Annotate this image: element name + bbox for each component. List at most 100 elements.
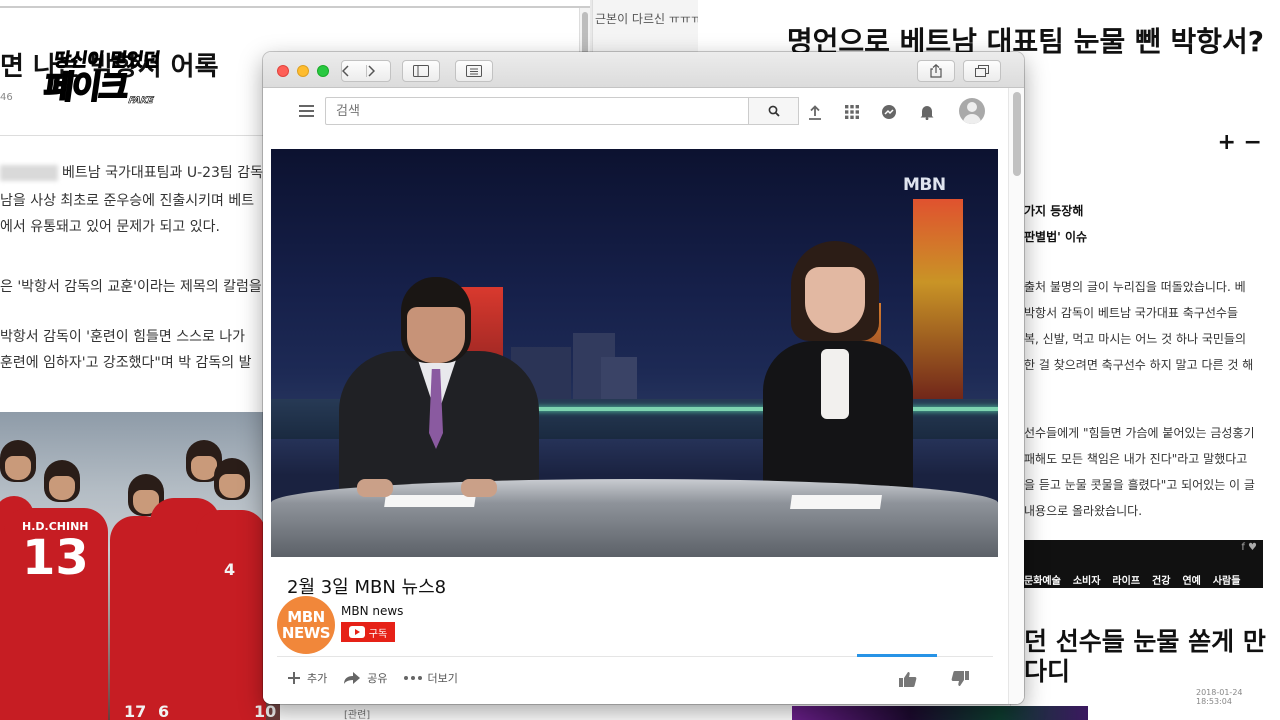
bell-icon [920, 106, 934, 120]
bottom-strip-text: [관련] [344, 710, 371, 720]
back-button[interactable] [342, 65, 366, 77]
window-titlebar [263, 52, 1024, 88]
more-button[interactable]: 더보기 [403, 670, 458, 686]
reader-icon [466, 65, 482, 77]
nav-item[interactable]: 연예 [1182, 572, 1200, 587]
apps-button[interactable] [842, 102, 862, 122]
thumbs-up-icon [899, 672, 917, 687]
right-subhead: 다디 [1024, 657, 1071, 686]
account-avatar[interactable] [959, 98, 985, 124]
page-content: MBN 2월 3일 MBN 뉴스8 MBN NEWS MBN news 구독 [263, 88, 1024, 704]
desk-paper [790, 495, 882, 509]
youtube-header [263, 88, 1008, 136]
right-article-line: 복, 신발, 먹고 마시는 어느 것 하나 국민들의 [1024, 332, 1247, 346]
messages-button[interactable] [879, 102, 899, 122]
reader-view-button[interactable] [455, 60, 493, 82]
player-head [44, 460, 80, 502]
menu-icon[interactable] [299, 105, 314, 120]
search-input[interactable] [325, 97, 749, 125]
left-paragraph-line: 은 '박항서 감독의 교훈'이라는 제목의 칼럼을 [0, 279, 262, 295]
close-window-button[interactable] [277, 65, 289, 77]
apps-grid-icon [845, 105, 859, 119]
tabs-icon [975, 65, 989, 77]
page-scrollbar[interactable] [1008, 88, 1024, 704]
right-thumbnail [792, 706, 1088, 720]
right-article-line: 판별법' 이슈 [1024, 230, 1088, 244]
female-anchor [763, 241, 913, 501]
font-size-controls[interactable]: + − [1217, 130, 1262, 155]
right-article-line: 을 듣고 눈물 콧물을 흘렸다"고 되어있는 이 글 [1024, 478, 1255, 492]
upload-icon [809, 105, 821, 120]
thumbs-down-icon [951, 671, 969, 686]
video-player[interactable]: MBN [271, 149, 998, 557]
share-toolbar-button[interactable] [917, 60, 955, 82]
sidebar-icon [413, 65, 429, 77]
player-head [0, 440, 36, 482]
subscribe-button[interactable]: 구독 [341, 622, 395, 642]
middle-caption: 근본이 다르신 ㅠㅠㅠ [595, 12, 702, 26]
jersey-number: 13 [22, 530, 89, 586]
zoom-window-button[interactable] [317, 65, 329, 77]
forward-button[interactable] [365, 65, 391, 77]
nav-item[interactable]: 건강 [1152, 572, 1170, 587]
channel-watermark: MBN [903, 175, 946, 195]
right-timestamp: 2018-01-24 18:53:04 [1196, 688, 1243, 706]
social-icons[interactable]: f ♥ [1241, 542, 1257, 553]
left-article-meta: 46 [0, 92, 13, 103]
video-title: 2월 3일 MBN 뉴스8 [287, 577, 447, 598]
browser-window: MBN 2월 3일 MBN 뉴스8 MBN NEWS MBN news 구독 [263, 52, 1024, 704]
right-article-line: 한 걸 찾으려면 축구선수 하지 말고 다른 것 해 [1024, 358, 1254, 372]
anchor-hand [357, 479, 393, 497]
right-article-line: 박항서 감독이 베트남 국가대표 축구선수들 [1024, 306, 1238, 320]
dislike-button[interactable] [949, 668, 971, 690]
notifications-button[interactable] [917, 102, 937, 122]
share-icon [930, 64, 942, 78]
add-to-button[interactable]: 추가 [287, 670, 327, 686]
right-article-line: 출처 불명의 글이 누리집을 떠돌았습니다. 베 [1024, 280, 1246, 294]
fake-logo: 당신이 믿었던 페이크 FAKE [41, 50, 162, 108]
nav-item[interactable]: 문화예술 [1024, 572, 1061, 587]
history-nav [341, 60, 391, 82]
share-button[interactable]: 공유 [343, 670, 388, 686]
nav-item[interactable]: 소비자 [1073, 572, 1101, 587]
top-divider [0, 6, 590, 8]
sidebar-toggle-button[interactable] [402, 60, 440, 82]
blurred-name [0, 165, 58, 181]
chevron-right-icon [367, 65, 375, 77]
chevron-left-icon [342, 65, 349, 77]
search-button[interactable] [748, 97, 799, 125]
nav-item[interactable]: 라이프 [1112, 572, 1140, 587]
channel-avatar[interactable]: MBN NEWS [277, 596, 335, 654]
left-paragraph-line: 에서 유통돼고 있어 문제가 되고 있다. [0, 219, 220, 235]
right-article-line: 가지 등장해 [1024, 204, 1084, 218]
chat-icon [882, 105, 896, 119]
upload-button[interactable] [805, 102, 825, 122]
more-dots-icon [403, 676, 422, 680]
search-icon [768, 105, 780, 117]
tabs-overview-button[interactable] [963, 60, 1001, 82]
minimize-window-button[interactable] [297, 65, 309, 77]
backdrop-bridge [501, 407, 998, 411]
like-button[interactable] [897, 668, 919, 690]
channel-name[interactable]: MBN news [341, 604, 403, 618]
player-head [214, 458, 250, 500]
video-actions: 추가 공유 더보기 [287, 670, 458, 686]
anchor-hand [461, 479, 497, 497]
desk-paper [384, 495, 476, 507]
left-paragraph-line: 박항서 감독이 '훈련이 힘들면 스스로 나가 [0, 329, 246, 345]
player-body [196, 510, 266, 720]
backdrop-building [913, 199, 963, 407]
bottom-strip: [관련] [280, 702, 698, 720]
right-article-line: 선수들에게 "힘들면 가슴에 붙어있는 금성홍기 [1024, 426, 1255, 440]
news-nav-bar: f ♥ 문화예술 소비자 라이프 건강 연예 사람들 [1020, 540, 1263, 588]
like-ratio-bar [857, 654, 937, 657]
share-arrow-icon [344, 672, 361, 684]
left-paragraph-line: 베트남 국가대표팀과 U-23팀 감독 [0, 162, 263, 182]
scrollbar-thumb[interactable] [1013, 92, 1021, 176]
nav-item[interactable]: 사람들 [1213, 572, 1241, 587]
youtube-play-icon [348, 626, 365, 638]
left-paragraph-line: 남을 사상 최초로 준우승에 진출시키며 베트 [0, 193, 255, 209]
right-article-line: 패해도 모든 책임은 내가 진다"라고 말했다고 [1024, 452, 1248, 466]
plus-icon [288, 672, 300, 684]
right-article-line: 내용으로 올라왔습니다. [1024, 504, 1143, 518]
